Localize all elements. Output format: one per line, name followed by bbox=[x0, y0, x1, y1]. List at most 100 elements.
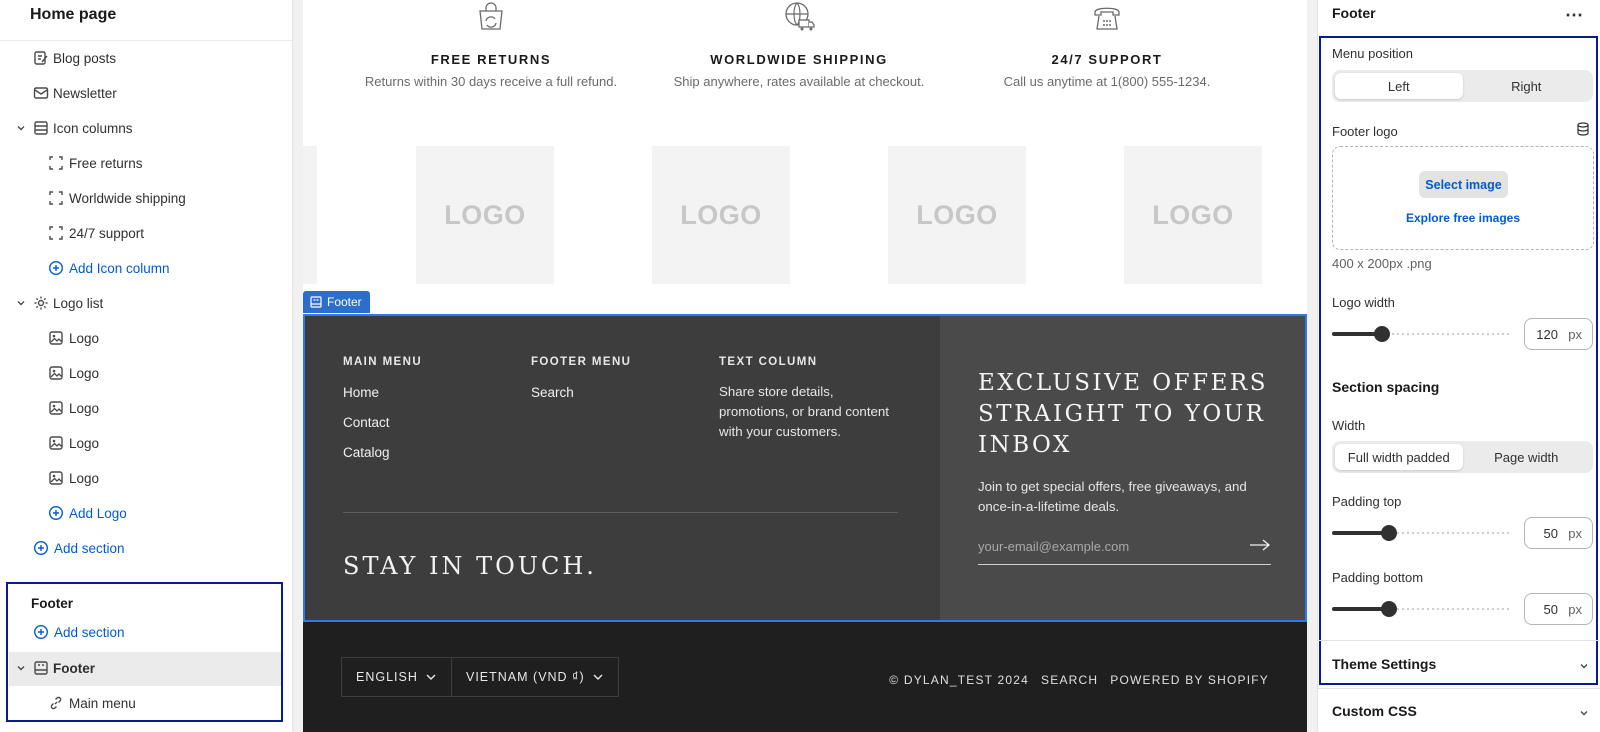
divider bbox=[343, 512, 898, 513]
feature-text: Ship anywhere, rates available at checko… bbox=[673, 74, 925, 89]
feature-title: 24/7 SUPPORT bbox=[1051, 52, 1163, 67]
logo-dropzone[interactable]: Select image Explore free images bbox=[1332, 146, 1594, 250]
sidebar-item-footer[interactable]: Footer bbox=[0, 651, 292, 686]
chevron-down-icon[interactable] bbox=[15, 662, 27, 674]
section-tag-footer[interactable]: Footer bbox=[303, 291, 370, 313]
sidebar-item-logo[interactable]: Logo bbox=[0, 321, 292, 356]
newsletter-heading: EXCLUSIVE OFFERS STRAIGHT TO YOUR INBOX bbox=[978, 370, 1268, 458]
more-options-icon[interactable]: ⋯ bbox=[1565, 5, 1584, 26]
add-section-button[interactable]: Add section bbox=[0, 531, 292, 566]
select-image-button[interactable]: Select image bbox=[1419, 171, 1508, 198]
footer-link-search[interactable]: Search bbox=[531, 385, 574, 400]
panel-title: Footer bbox=[1332, 5, 1376, 21]
language-selector[interactable]: ENGLISH bbox=[341, 657, 452, 697]
padding-top-slider[interactable] bbox=[1332, 525, 1510, 541]
section-tree-sidebar: Home page Blog posts Newsletter Icon col… bbox=[0, 0, 293, 732]
image-icon bbox=[49, 436, 63, 450]
sidebar-item-logo[interactable]: Logo bbox=[0, 461, 292, 496]
newsletter-text: Join to get special offers, free giveawa… bbox=[978, 479, 1247, 514]
sidebar-item-logo[interactable]: Logo bbox=[0, 426, 292, 461]
padding-bottom-slider[interactable] bbox=[1332, 601, 1510, 617]
feature-text: Returns within 30 days receive a full re… bbox=[364, 74, 618, 89]
width-full-padded[interactable]: Full width padded bbox=[1335, 444, 1463, 470]
footer-link-catalog[interactable]: Catalog bbox=[343, 445, 390, 460]
image-icon bbox=[49, 471, 63, 485]
padding-bottom-input[interactable]: 50 px bbox=[1524, 593, 1593, 625]
sidebar-item-label: Newsletter bbox=[53, 86, 117, 101]
footer-layout-icon bbox=[310, 296, 322, 308]
chevron-down-icon[interactable] bbox=[15, 297, 27, 309]
slider-handle[interactable] bbox=[1381, 601, 1397, 617]
footer-logo-label: Footer logo bbox=[1332, 124, 1398, 139]
slider-handle[interactable] bbox=[1374, 326, 1390, 342]
chevron-down-icon[interactable] bbox=[1578, 707, 1590, 719]
sidebar-item-logo-list[interactable]: Logo list bbox=[0, 286, 292, 321]
language-value: ENGLISH bbox=[356, 670, 418, 684]
add-logo-button[interactable]: Add Logo bbox=[0, 496, 292, 531]
sidebar-item-label: Logo bbox=[69, 401, 100, 416]
sidebar-item-label: Worldwide shipping bbox=[69, 191, 186, 206]
text-column-heading: TEXT COLUMN bbox=[719, 356, 818, 368]
chevron-down-icon[interactable] bbox=[1578, 660, 1590, 672]
gear-icon bbox=[34, 296, 48, 310]
sidebar-item-label: Logo bbox=[69, 366, 100, 381]
columns-icon bbox=[34, 121, 48, 135]
footer-bottom-bar: ENGLISH VIETNAM (VND ₫) © DYLAN_TEST 202… bbox=[303, 622, 1307, 732]
sidebar-item-label: 24/7 support bbox=[69, 226, 145, 241]
page-title: Home page bbox=[30, 6, 117, 23]
sidebar-item-label: Logo bbox=[69, 471, 100, 486]
database-icon[interactable] bbox=[1576, 122, 1590, 136]
menu-position-left[interactable]: Left bbox=[1335, 73, 1463, 99]
width-page[interactable]: Page width bbox=[1463, 444, 1591, 470]
powered-by-link[interactable]: POWERED BY SHOPIFY bbox=[1110, 673, 1269, 687]
footer-section[interactable]: MAIN MENU Home Contact Catalog FOOTER ME… bbox=[303, 314, 1307, 622]
copyright-bar: © DYLAN_TEST 2024 SEARCH POWERED BY SHOP… bbox=[889, 673, 1269, 687]
unit-label: px bbox=[1568, 326, 1582, 342]
mail-icon bbox=[33, 87, 49, 99]
logo-placeholder: LOGO bbox=[652, 146, 790, 284]
plus-circle-icon bbox=[48, 260, 64, 276]
footer-group-title: Footer bbox=[31, 596, 73, 611]
menu-position-right[interactable]: Right bbox=[1463, 73, 1591, 99]
country-selector[interactable]: VIETNAM (VND ₫) bbox=[451, 657, 619, 697]
sidebar-item-blog-posts[interactable]: Blog posts bbox=[0, 41, 292, 76]
main-menu-heading: MAIN MENU bbox=[343, 356, 423, 368]
image-icon bbox=[49, 331, 63, 345]
footer-menu-heading: FOOTER MENU bbox=[531, 356, 632, 368]
add-icon-column-button[interactable]: Add Icon column bbox=[0, 251, 292, 286]
padding-bottom-value: 50 bbox=[1543, 601, 1558, 617]
logo-size-hint: 400 x 200px .png bbox=[1332, 256, 1432, 271]
logo-width-input[interactable]: 120 px bbox=[1524, 318, 1593, 350]
footer-add-section-button[interactable]: Add section bbox=[0, 615, 292, 650]
sidebar-item-logo[interactable]: Logo bbox=[0, 391, 292, 426]
theme-settings-toggle[interactable]: Theme Settings bbox=[1332, 656, 1436, 672]
sidebar-item-worldwide-shipping[interactable]: Worldwide shipping bbox=[0, 181, 292, 216]
sidebar-item-icon-columns[interactable]: Icon columns bbox=[0, 111, 292, 146]
footer-link-home[interactable]: Home bbox=[343, 385, 379, 400]
sidebar-item-label: Add section bbox=[54, 625, 125, 640]
sidebar-item-newsletter[interactable]: Newsletter bbox=[0, 76, 292, 111]
sidebar-item-support[interactable]: 24/7 support bbox=[0, 216, 292, 251]
sidebar-item-main-menu[interactable]: Main menu bbox=[0, 686, 292, 721]
slider-handle[interactable] bbox=[1381, 525, 1397, 541]
section-tag-label: Footer bbox=[327, 295, 362, 309]
divider bbox=[1318, 688, 1600, 689]
explore-free-images-link[interactable]: Explore free images bbox=[1333, 211, 1593, 225]
padding-top-value: 50 bbox=[1543, 525, 1558, 541]
blog-icon bbox=[34, 51, 48, 65]
search-link[interactable]: SEARCH bbox=[1041, 673, 1098, 687]
logo-width-slider[interactable] bbox=[1332, 326, 1510, 342]
arrow-right-icon[interactable] bbox=[1249, 538, 1271, 552]
padding-top-input[interactable]: 50 px bbox=[1524, 517, 1593, 549]
email-field[interactable] bbox=[978, 539, 1228, 554]
footer-link-contact[interactable]: Contact bbox=[343, 415, 390, 430]
sidebar-item-label: Footer bbox=[53, 661, 95, 676]
newsletter-form bbox=[978, 538, 1271, 565]
newsletter-block: EXCLUSIVE OFFERS STRAIGHT TO YOUR INBOX … bbox=[940, 316, 1305, 620]
custom-css-toggle[interactable]: Custom CSS bbox=[1332, 703, 1417, 719]
sidebar-item-free-returns[interactable]: Free returns bbox=[0, 146, 292, 181]
chevron-down-icon bbox=[426, 674, 436, 680]
chevron-down-icon[interactable] bbox=[15, 122, 27, 134]
sidebar-item-label: Add section bbox=[54, 541, 125, 556]
sidebar-item-logo[interactable]: Logo bbox=[0, 356, 292, 391]
